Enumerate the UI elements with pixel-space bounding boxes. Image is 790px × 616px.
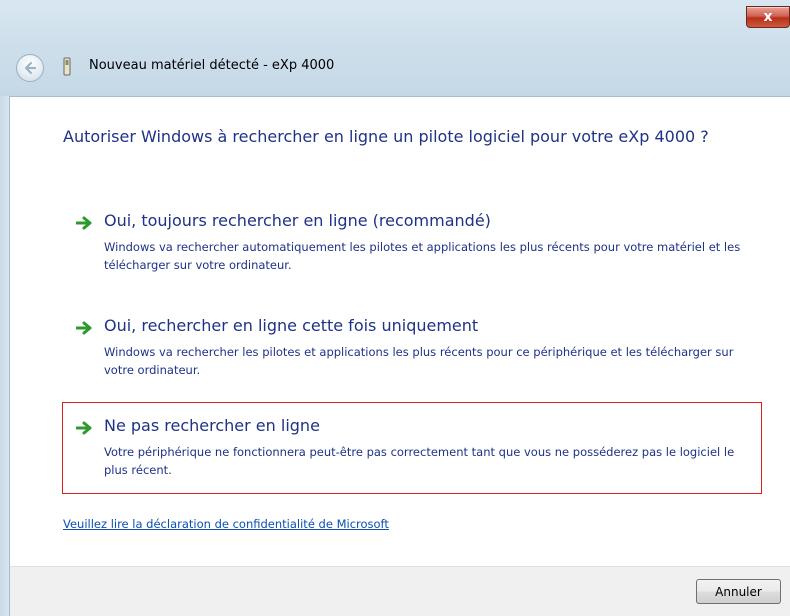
- close-icon: x: [763, 9, 773, 25]
- close-button[interactable]: x: [746, 6, 790, 28]
- option-title: Oui, rechercher en ligne cette fois uniq…: [104, 316, 479, 335]
- green-arrow-icon: [76, 321, 92, 335]
- page-heading: Autoriser Windows à rechercher en ligne …: [63, 127, 709, 146]
- window-title: Nouveau matériel détecté - eXp 4000: [89, 58, 335, 73]
- option-search-once[interactable]: Oui, rechercher en ligne cette fois uniq…: [62, 305, 762, 385]
- usb-device-icon: [63, 57, 71, 76]
- option-description: Windows va rechercher les pilotes et app…: [104, 345, 734, 377]
- green-arrow-icon: [76, 216, 92, 230]
- window-frame-left: [0, 96, 10, 616]
- back-arrow-icon: [24, 61, 37, 75]
- option-search-always[interactable]: Oui, toujours rechercher en ligne (recom…: [62, 200, 762, 280]
- option-description: Windows va rechercher automatiquement le…: [104, 240, 741, 272]
- cancel-button[interactable]: Annuler: [696, 579, 781, 604]
- option-do-not-search[interactable]: Ne pas rechercher en ligne Votre périphé…: [62, 402, 762, 494]
- option-title: Ne pas rechercher en ligne: [104, 416, 320, 435]
- privacy-statement-link[interactable]: Veuillez lire la déclaration de confiden…: [63, 517, 389, 531]
- green-arrow-icon: [76, 421, 92, 435]
- title-bar: [0, 0, 790, 97]
- content-panel: Autoriser Windows à rechercher en ligne …: [10, 97, 790, 566]
- back-button[interactable]: [16, 54, 44, 82]
- dialog-window: x Nouveau matériel détecté - eXp 4000 Au…: [0, 0, 790, 616]
- command-bar: Annuler: [10, 566, 790, 616]
- option-description: Votre périphérique ne fonctionnera peut-…: [104, 445, 735, 477]
- option-title: Oui, toujours rechercher en ligne (recom…: [104, 211, 491, 230]
